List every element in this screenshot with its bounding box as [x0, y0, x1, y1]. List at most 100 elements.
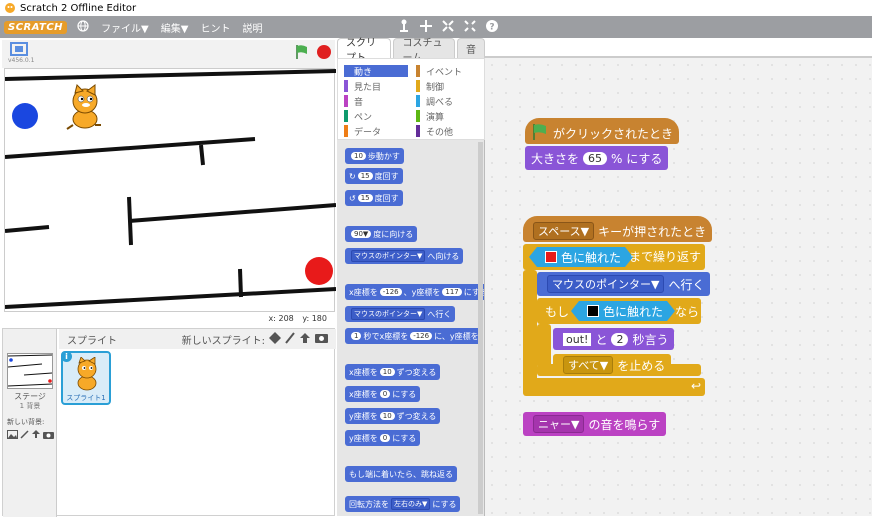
goto-mouse-dropdown[interactable]: マウスのポインター▼	[547, 275, 665, 293]
paint-backdrop-icon[interactable]	[20, 429, 29, 442]
palette-change-x-block[interactable]: x座標を 10 ずつ変える	[345, 364, 441, 380]
menu-about[interactable]: 説明	[242, 20, 262, 35]
paint-sprite-icon[interactable]	[285, 331, 295, 347]
palette-goto-dropdown[interactable]: マウスのポインター▼	[351, 308, 426, 320]
category-operators[interactable]: 演算	[416, 110, 480, 123]
touching-red-text: 色に触れた	[561, 250, 622, 265]
palette-rotation-dropdown[interactable]: 左右のみ▼	[391, 498, 431, 510]
globe-icon[interactable]	[77, 19, 89, 35]
say-message-input[interactable]: out!	[563, 332, 592, 346]
palette-glide-x[interactable]: -126	[410, 332, 433, 340]
category-sensing[interactable]: 調べる	[416, 95, 480, 108]
repeat-until-arm	[523, 270, 537, 394]
shrink-icon[interactable]	[464, 19, 477, 35]
palette-change-y-block[interactable]: y座標を 10 ずつ変える	[345, 408, 441, 424]
category-more-blocks[interactable]: その他	[416, 125, 480, 138]
palette-turn-right-degrees[interactable]: 15	[357, 172, 373, 180]
palette-turn-left-block[interactable]: ↺ 15 度回す	[345, 190, 403, 206]
menu-file[interactable]: ファイル▼	[101, 20, 149, 35]
palette-goto-xy-x[interactable]: -126	[379, 288, 402, 296]
menu-tips[interactable]: ヒント	[200, 20, 230, 35]
green-flag-icon[interactable]	[294, 44, 310, 63]
palette-goto-xy-text-b: 、y座標を	[403, 287, 441, 297]
category-control[interactable]: 制御	[416, 80, 480, 93]
scripts-area[interactable]: がクリックされたとき 大きさを 65% にする スペース▼ キーが押されたとき ↩…	[485, 58, 872, 516]
category-data[interactable]: データ	[344, 125, 408, 138]
say-text-a: と	[595, 332, 608, 347]
palette-move-steps[interactable]: 10	[351, 152, 366, 160]
red-color-swatch[interactable]	[545, 251, 557, 263]
palette-goto-xy-y[interactable]: 117	[442, 288, 462, 296]
palette-set-x-value[interactable]: 0	[379, 390, 391, 398]
black-color-swatch[interactable]	[587, 305, 599, 317]
palette-point-towards-block[interactable]: マウスのポインター▼ へ向ける	[345, 248, 464, 264]
stop-block[interactable]: すべて▼ を止める	[553, 354, 672, 376]
palette-turn-right-block[interactable]: ↻ 15 度回す	[345, 168, 403, 184]
upload-backdrop-icon[interactable]	[31, 429, 41, 442]
palette-glide-secs[interactable]: 1	[351, 332, 362, 340]
say-for-secs-block[interactable]: out! と 2 秒言う	[553, 328, 675, 350]
play-sound-block[interactable]: ニャー▼ の音を鳴らす	[523, 412, 667, 436]
sprite1-cat-thumbnail	[77, 357, 97, 391]
x-coord-label: x:	[268, 314, 276, 323]
palette-bounce-block[interactable]: もし端に着いたら、跳ね返る	[345, 466, 457, 482]
palette-set-y-block[interactable]: y座標を 0 にする	[345, 430, 421, 446]
sprite1-tile[interactable]: i スプライト1	[61, 351, 111, 405]
key-dropdown[interactable]: スペース▼	[533, 222, 595, 240]
category-looks[interactable]: 見た目	[344, 80, 408, 93]
stage-thumbnail[interactable]	[7, 353, 53, 389]
rotate-left-icon: ↺	[349, 193, 356, 203]
palette-goto-block[interactable]: マウスのポインター▼ へ行く	[345, 306, 456, 322]
stage-canvas[interactable]	[4, 68, 337, 312]
when-flag-clicked-block[interactable]: がクリックされたとき	[525, 118, 680, 144]
upload-sprite-icon[interactable]	[299, 332, 311, 347]
palette-set-x-block[interactable]: x座標を 0 にする	[345, 386, 421, 402]
palette-point-direction-value[interactable]: 90▼	[351, 230, 372, 238]
tab-costumes[interactable]: コスチューム	[393, 38, 455, 64]
palette-glide-text-b: に、y座標を	[434, 331, 479, 341]
sound-dropdown[interactable]: ニャー▼	[533, 415, 585, 433]
palette-scrollbar[interactable]	[478, 142, 483, 514]
set-size-text-b: % にする	[611, 151, 663, 166]
tab-sounds[interactable]: 音	[457, 38, 485, 58]
set-size-block[interactable]: 大きさを 65% にする	[525, 146, 669, 170]
delete-icon[interactable]	[420, 19, 433, 35]
palette-point-towards-dropdown[interactable]: マウスのポインター▼	[351, 250, 426, 262]
palette-set-y-value[interactable]: 0	[379, 434, 391, 442]
category-events[interactable]: イベント	[416, 65, 480, 78]
category-sound[interactable]: 音	[344, 95, 408, 108]
help-icon[interactable]: ?	[486, 19, 499, 35]
palette-rotation-style-block[interactable]: 回転方法を 左右のみ▼ にする	[345, 496, 461, 512]
category-pen[interactable]: ペン	[344, 110, 408, 123]
say-secs-input[interactable]: 2	[611, 332, 629, 346]
palette-goto-text: へ行く	[427, 309, 452, 319]
set-size-value[interactable]: 65	[583, 151, 608, 165]
touching-red-block[interactable]: 色に触れた	[529, 247, 633, 267]
scratch-logo[interactable]: SCRATCH	[4, 20, 68, 34]
touching-black-block[interactable]: 色に触れた	[571, 301, 675, 321]
palette-turn-left-degrees[interactable]: 15	[357, 194, 373, 202]
palette-glide-block[interactable]: 1 秒でx座標を -126 に、y座標を	[345, 328, 483, 344]
if-then-text: なら	[675, 305, 700, 319]
scratch-cat-sprite[interactable]	[66, 84, 101, 130]
tab-scripts[interactable]: スクリプト	[337, 38, 392, 64]
palette-change-y-value[interactable]: 10	[379, 412, 395, 420]
when-key-pressed-text: キーが押されたとき	[598, 224, 707, 239]
camera-backdrop-icon[interactable]	[43, 429, 54, 442]
menu-edit[interactable]: 編集▼	[161, 20, 189, 35]
sprite-library-icon[interactable]	[269, 331, 281, 347]
camera-sprite-icon[interactable]	[315, 332, 328, 346]
palette-point-direction-block[interactable]: 90▼ 度に向ける	[345, 226, 418, 242]
palette-change-x-value[interactable]: 10	[379, 368, 395, 376]
new-sprite-label: 新しいスプライト:	[181, 335, 265, 347]
palette-move-block[interactable]: 10 歩動かす	[345, 148, 404, 164]
goto-mouse-block[interactable]: マウスのポインター▼ へ行く	[537, 272, 711, 296]
backdrop-library-icon[interactable]	[7, 429, 18, 442]
palette-goto-xy-block[interactable]: x座標を-126、y座標を117にする	[345, 284, 484, 300]
grow-icon[interactable]	[442, 19, 455, 35]
category-motion[interactable]: 動き	[344, 65, 408, 78]
stop-sign-icon[interactable]	[316, 44, 332, 63]
stop-dropdown[interactable]: すべて▼	[563, 356, 614, 374]
when-key-pressed-block[interactable]: スペース▼ キーが押されたとき	[523, 216, 713, 242]
palette-set-x-text-a: x座標を	[349, 389, 378, 399]
